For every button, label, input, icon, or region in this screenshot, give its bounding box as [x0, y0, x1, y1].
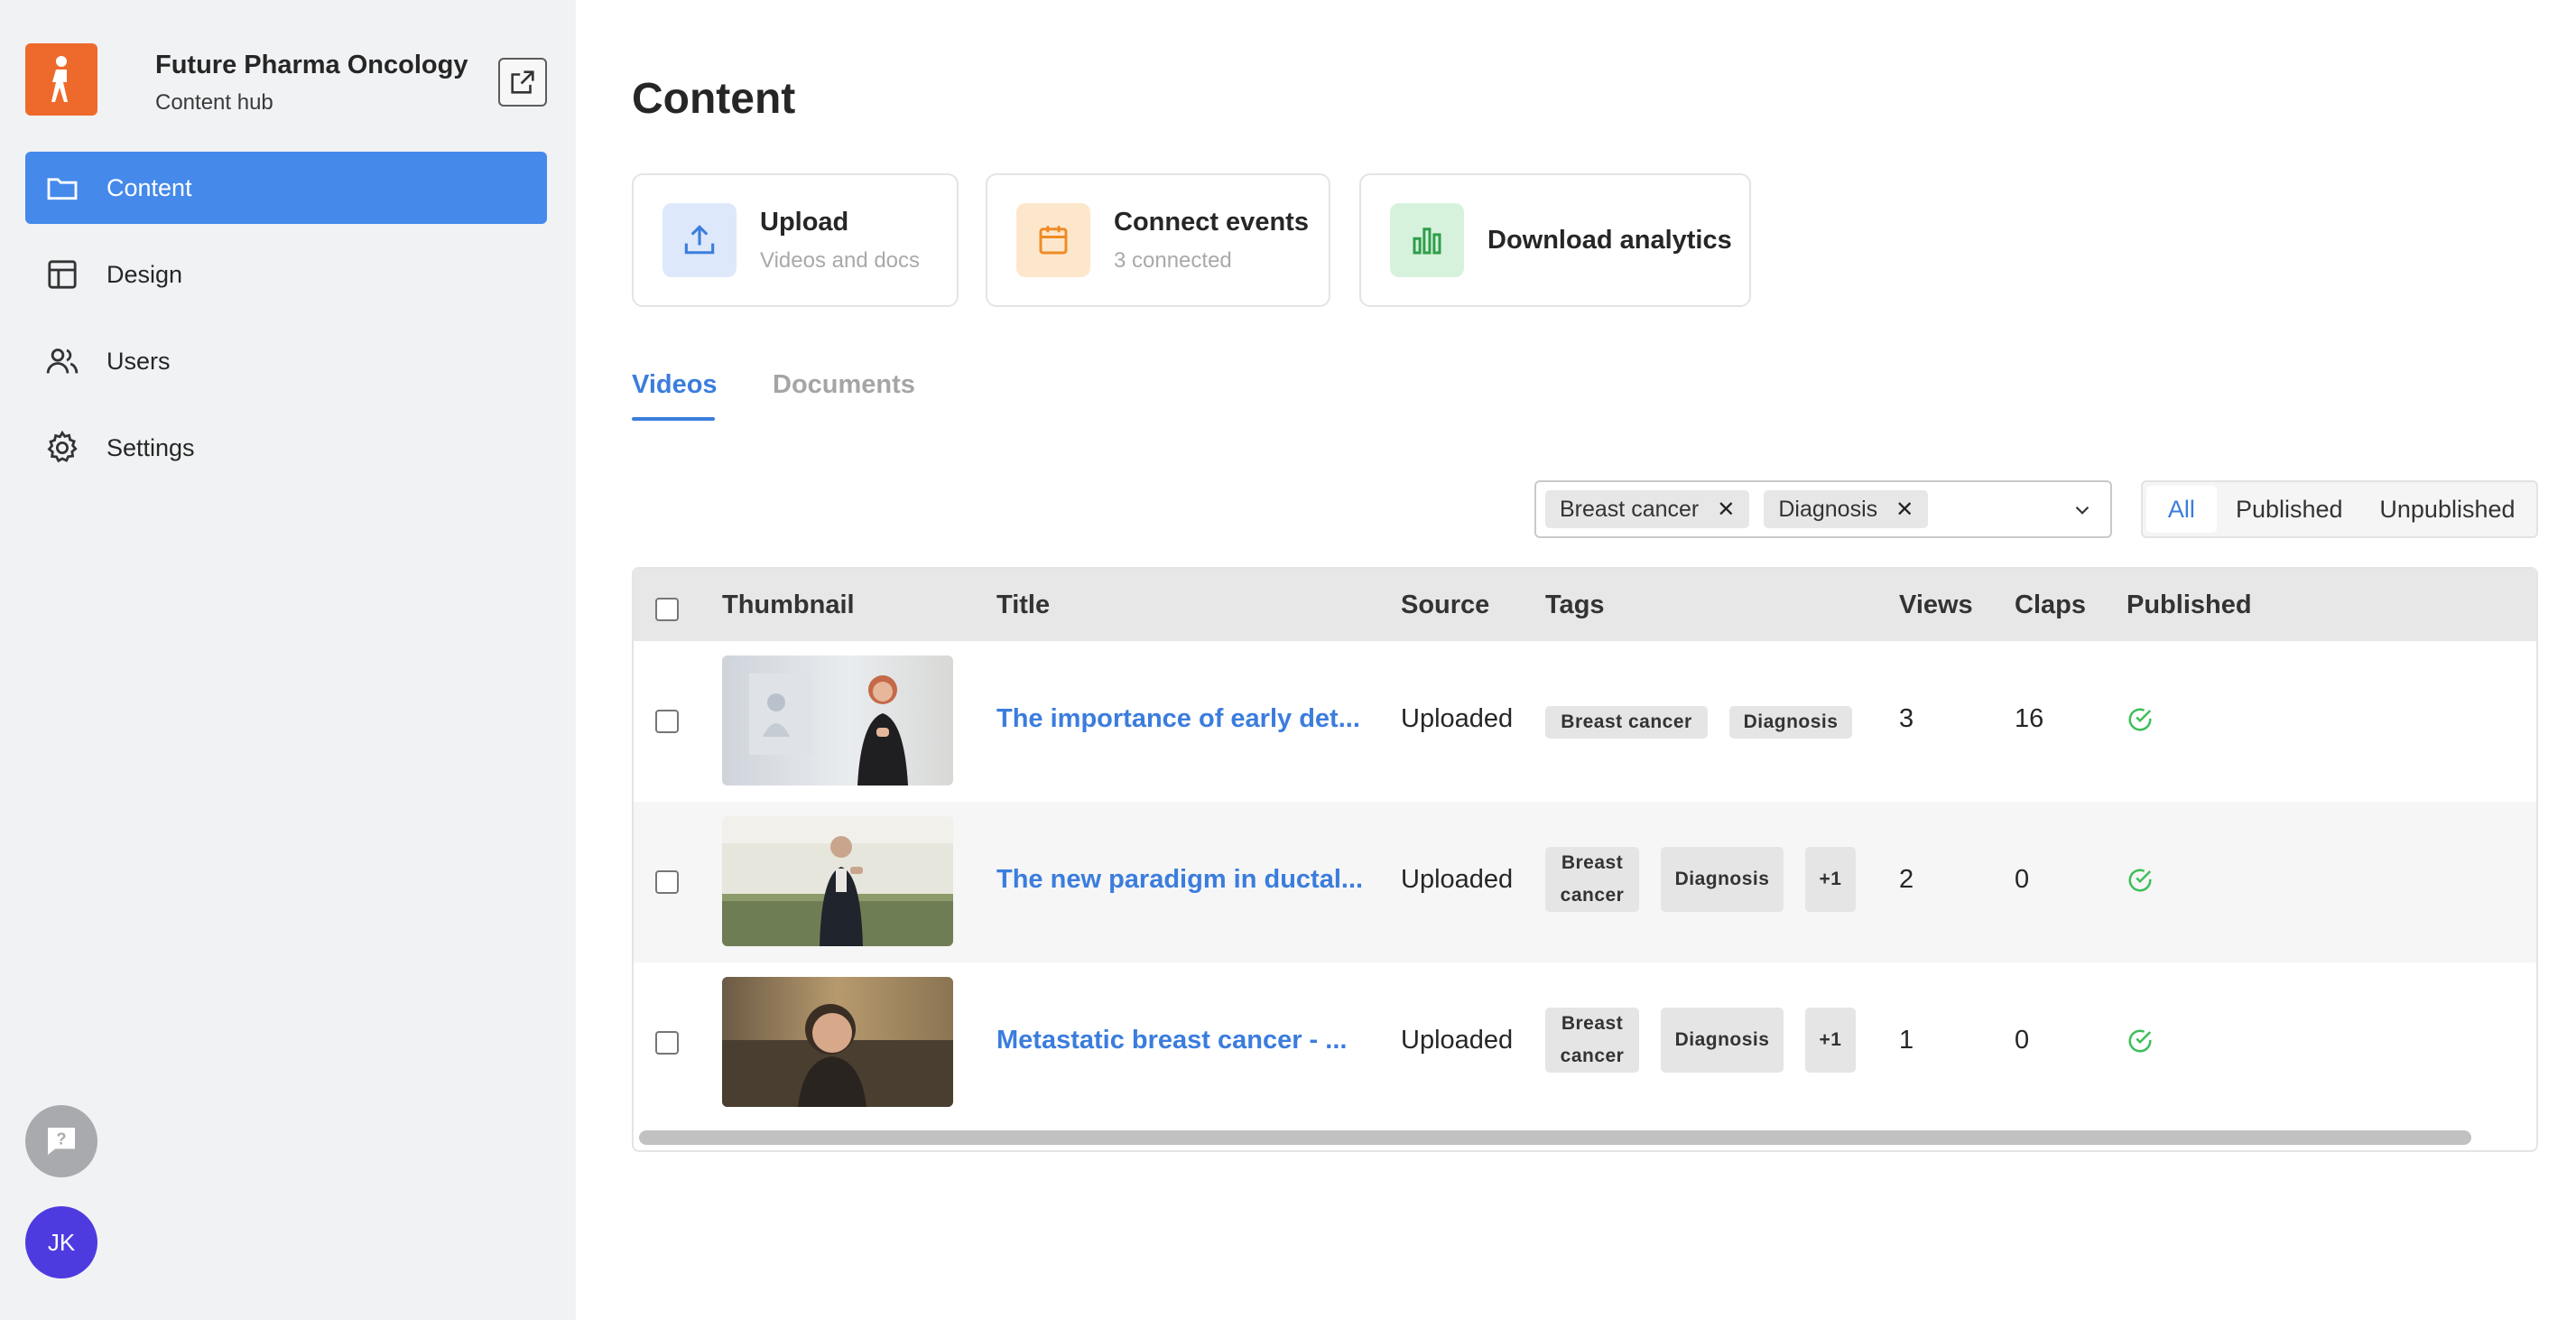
status-filter-all[interactable]: All — [2146, 486, 2217, 533]
video-thumbnail[interactable] — [722, 977, 953, 1107]
sidebar-item-label: Content — [107, 173, 192, 201]
table-header: Thumbnail Title Source Tags Views Claps … — [634, 569, 2536, 641]
calendar-icon — [1016, 203, 1090, 277]
video-views: 1 — [1899, 1026, 1914, 1055]
tag-badge: Diagnosis — [1661, 1008, 1784, 1073]
remove-chip-icon[interactable]: ✕ — [1895, 497, 1913, 523]
tag-badge: Breast cancer — [1545, 847, 1639, 912]
connect-events-card[interactable]: Connect events 3 connected — [986, 173, 1330, 307]
remove-chip-icon[interactable]: ✕ — [1717, 497, 1735, 523]
tag-filter-select[interactable]: Breast cancer ✕ Diagnosis ✕ — [1534, 480, 2112, 538]
row-checkbox[interactable] — [655, 870, 679, 894]
select-all-checkbox[interactable] — [655, 598, 679, 621]
video-claps: 0 — [2015, 865, 2030, 894]
sidebar-item-design[interactable]: Design — [25, 238, 547, 311]
sidebar: Future Pharma Oncology Content hub Conte… — [0, 0, 576, 1320]
column-header-published[interactable]: Published — [2127, 590, 2252, 620]
column-header-tags[interactable]: Tags — [1545, 590, 1605, 620]
tab-videos[interactable]: Videos — [632, 370, 718, 400]
download-analytics-card[interactable]: Download analytics — [1359, 173, 1751, 307]
published-check-icon — [2127, 706, 2154, 738]
video-title-link[interactable]: The new paradigm in ductal... — [996, 865, 1363, 895]
video-views: 3 — [1899, 704, 1914, 733]
org-subtitle: Content hub — [155, 90, 273, 115]
video-claps: 16 — [2015, 704, 2044, 733]
horizontal-scrollbar[interactable] — [639, 1130, 2471, 1145]
tag-badge: Diagnosis — [1729, 706, 1852, 739]
bar-chart-icon — [1390, 203, 1464, 277]
tag-more-badge[interactable]: +1 — [1805, 847, 1856, 912]
upload-card[interactable]: Upload Videos and docs — [632, 173, 959, 307]
column-header-views[interactable]: Views — [1899, 590, 1973, 620]
video-views: 2 — [1899, 865, 1914, 894]
tag-badge: Diagnosis — [1661, 847, 1784, 912]
published-check-icon — [2127, 1027, 2154, 1059]
video-source: Uploaded — [1401, 865, 1514, 894]
help-chat-icon: ? — [48, 1128, 75, 1155]
filter-chip: Diagnosis ✕ — [1764, 490, 1929, 528]
column-header-thumbnail[interactable]: Thumbnail — [722, 590, 855, 620]
tag-badge: Breast cancer — [1545, 1008, 1639, 1073]
tag-badge: Breast cancer — [1545, 706, 1708, 739]
sidebar-item-label: Settings — [107, 433, 195, 461]
published-check-icon — [2127, 867, 2154, 898]
users-icon — [42, 340, 83, 382]
table-row[interactable]: The importance of early det... Uploaded … — [634, 641, 2536, 802]
open-external-button[interactable] — [498, 58, 547, 107]
svg-text:?: ? — [56, 1129, 66, 1148]
video-source: Uploaded — [1401, 704, 1514, 733]
table-row[interactable]: The new paradigm in ductal... Uploaded B… — [634, 802, 2536, 962]
publish-status-filter: All Published Unpublished — [2141, 480, 2538, 538]
user-avatar[interactable]: JK — [25, 1206, 97, 1278]
row-checkbox[interactable] — [655, 1031, 679, 1055]
videos-table: Thumbnail Title Source Tags Views Claps … — [632, 567, 2538, 1152]
page-title: Content — [632, 75, 796, 123]
external-link-icon — [511, 70, 534, 94]
layout-icon — [42, 254, 83, 295]
sidebar-item-label: Users — [107, 347, 171, 375]
sidebar-item-users[interactable]: Users — [25, 325, 547, 397]
folder-icon — [42, 167, 83, 209]
column-header-title[interactable]: Title — [996, 590, 1050, 620]
upload-card-title: Upload — [760, 207, 849, 237]
filter-chip-label: Breast cancer — [1560, 496, 1700, 522]
chevron-down-icon[interactable] — [2071, 498, 2094, 526]
sidebar-item-label: Design — [107, 260, 183, 288]
video-claps: 0 — [2015, 1026, 2030, 1055]
video-thumbnail[interactable] — [722, 655, 953, 785]
row-checkbox[interactable] — [655, 710, 679, 733]
upload-card-subtitle: Videos and docs — [760, 247, 921, 273]
gear-icon — [42, 427, 83, 469]
download-analytics-card-title: Download analytics — [1487, 225, 1732, 255]
status-filter-unpublished[interactable]: Unpublished — [2362, 486, 2533, 533]
video-source: Uploaded — [1401, 1026, 1514, 1055]
table-row[interactable]: Metastatic breast cancer - ... Uploaded … — [634, 962, 2536, 1123]
status-filter-published[interactable]: Published — [2217, 486, 2362, 533]
sidebar-item-settings[interactable]: Settings — [25, 412, 547, 484]
connect-events-card-title: Connect events — [1114, 207, 1309, 237]
video-thumbnail[interactable] — [722, 816, 953, 946]
column-header-claps[interactable]: Claps — [2015, 590, 2086, 620]
upload-icon — [663, 203, 737, 277]
tag-more-badge[interactable]: +1 — [1805, 1008, 1856, 1073]
connect-events-card-subtitle: 3 connected — [1114, 247, 1232, 273]
filter-chip: Breast cancer ✕ — [1545, 490, 1750, 528]
tab-documents[interactable]: Documents — [773, 370, 915, 400]
brand-logo[interactable] — [25, 43, 97, 116]
help-button[interactable]: ? — [25, 1105, 97, 1177]
org-name: Future Pharma Oncology — [155, 51, 468, 79]
filter-chip-label: Diagnosis — [1778, 496, 1878, 522]
video-title-link[interactable]: Metastatic breast cancer - ... — [996, 1026, 1347, 1055]
column-header-source[interactable]: Source — [1401, 590, 1489, 620]
sidebar-item-content[interactable]: Content — [25, 152, 547, 224]
active-tab-indicator — [632, 417, 715, 421]
person-logo-icon — [51, 56, 68, 102]
video-title-link[interactable]: The importance of early det... — [996, 704, 1360, 734]
